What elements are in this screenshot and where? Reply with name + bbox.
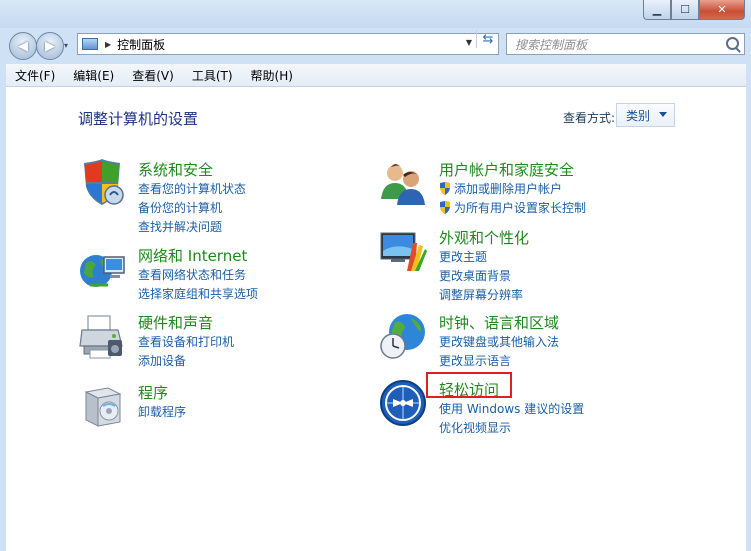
- ease-of-access-icon[interactable]: [379, 379, 427, 427]
- link-text-add-remove-accounts[interactable]: 添加或删除用户帐户: [454, 182, 562, 196]
- highlight-box: [426, 372, 512, 398]
- minimize-button[interactable]: ▁: [643, 0, 671, 20]
- category-appearance: 外观和个性化 更改主题 更改桌面背景 调整屏幕分辨率: [379, 227, 709, 302]
- category-title-user-accounts[interactable]: 用户帐户和家庭安全: [439, 159, 574, 180]
- uac-shield-icon: [440, 182, 450, 195]
- system-security-shield-icon[interactable]: [78, 159, 126, 207]
- category-title-hardware-sound[interactable]: 硬件和声音: [138, 312, 213, 333]
- category-user-accounts: 用户帐户和家庭安全 添加或删除用户帐户 为所有用户设置家长控制: [379, 159, 709, 219]
- printer-icon[interactable]: [78, 312, 126, 360]
- link-add-remove-accounts[interactable]: 添加或删除用户帐户: [439, 180, 562, 197]
- window-controls: ▁ ☐ ✕: [643, 0, 745, 20]
- category-network-internet: 网络和 Internet 查看网络状态和任务 选择家庭组和共享选项: [78, 245, 348, 305]
- menu-tools[interactable]: 工具(T): [183, 67, 242, 84]
- search-box[interactable]: [506, 33, 745, 55]
- category-title-system-security[interactable]: 系统和安全: [138, 159, 213, 180]
- chevron-down-icon: [659, 112, 667, 117]
- view-by-dropdown[interactable]: 类别: [616, 103, 675, 127]
- address-dropdown-icon[interactable]: ▼: [466, 38, 472, 47]
- category-title-network-internet[interactable]: 网络和 Internet: [138, 245, 247, 266]
- link-devices-printers[interactable]: 查看设备和打印机: [138, 333, 234, 350]
- link-view-computer-status[interactable]: 查看您的计算机状态: [138, 180, 246, 197]
- link-change-theme[interactable]: 更改主题: [439, 248, 487, 265]
- menu-edit[interactable]: 编辑(E): [64, 67, 123, 84]
- link-homegroup-sharing[interactable]: 选择家庭组和共享选项: [138, 285, 258, 302]
- view-by-label: 查看方式:: [563, 111, 616, 125]
- category-title-clock-language[interactable]: 时钟、语言和区域: [439, 312, 559, 333]
- history-dropdown-icon[interactable]: ▾: [64, 41, 68, 50]
- title-bar[interactable]: ▁ ☐ ✕: [0, 0, 751, 28]
- category-clock-language: 时钟、语言和区域 更改键盘或其他输入法 更改显示语言: [379, 312, 709, 372]
- users-icon[interactable]: [379, 159, 427, 207]
- link-display-language[interactable]: 更改显示语言: [439, 352, 511, 369]
- link-backup-computer[interactable]: 备份您的计算机: [138, 199, 222, 216]
- search-icon[interactable]: [726, 37, 739, 50]
- menu-help[interactable]: 帮助(H): [242, 67, 302, 84]
- address-bar[interactable]: ▶ 控制面板 ▼: [77, 33, 499, 55]
- back-button[interactable]: ◀: [9, 32, 37, 60]
- link-view-network-status[interactable]: 查看网络状态和任务: [138, 266, 246, 283]
- search-input[interactable]: [513, 35, 717, 55]
- link-optimize-video-display[interactable]: 优化视频显示: [439, 419, 511, 436]
- control-panel-icon: [82, 38, 98, 50]
- uac-shield-icon: [440, 201, 450, 214]
- network-globe-icon[interactable]: [78, 245, 126, 293]
- category-system-security: 系统和安全 查看您的计算机状态 备份您的计算机 查找并解决问题: [78, 159, 348, 234]
- link-screen-resolution[interactable]: 调整屏幕分辨率: [439, 286, 523, 303]
- link-desktop-background[interactable]: 更改桌面背景: [439, 267, 511, 284]
- breadcrumb-separator-icon[interactable]: ▶: [105, 40, 111, 49]
- clock-globe-icon[interactable]: [379, 312, 427, 360]
- content-area: 调整计算机的设置 查看方式: 类别 系统和安全 查看您的计算机状态 备份您的计算…: [6, 87, 746, 551]
- appearance-monitor-icon[interactable]: [379, 227, 427, 275]
- category-hardware-sound: 硬件和声音 查看设备和打印机 添加设备: [78, 312, 348, 372]
- menu-file[interactable]: 文件(F): [6, 67, 64, 84]
- link-uninstall-program[interactable]: 卸载程序: [138, 403, 186, 420]
- menu-view[interactable]: 查看(V): [123, 67, 183, 84]
- link-troubleshoot[interactable]: 查找并解决问题: [138, 218, 222, 235]
- page-title: 调整计算机的设置: [78, 110, 199, 128]
- programs-box-icon[interactable]: [78, 382, 126, 430]
- view-by-value: 类别: [626, 108, 651, 123]
- category-title-appearance[interactable]: 外观和个性化: [439, 227, 529, 248]
- control-panel-window: ▁ ☐ ✕ ◀ ▶ ▾ ▶ 控制面板 ▼ ⇆ 文件(F) 编辑(E) 查看(V)…: [0, 0, 751, 551]
- link-windows-recommended-settings[interactable]: 使用 Windows 建议的设置: [439, 400, 584, 417]
- close-button[interactable]: ✕: [699, 0, 745, 20]
- link-parental-controls[interactable]: 为所有用户设置家长控制: [439, 199, 586, 216]
- menu-bar: 文件(F) 编辑(E) 查看(V) 工具(T) 帮助(H): [6, 64, 746, 87]
- link-text-parental-controls[interactable]: 为所有用户设置家长控制: [454, 201, 586, 215]
- forward-button[interactable]: ▶: [36, 32, 64, 60]
- category-title-programs[interactable]: 程序: [138, 382, 168, 403]
- maximize-button[interactable]: ☐: [671, 0, 699, 20]
- category-programs: 程序 卸载程序: [78, 382, 348, 427]
- link-change-input-method[interactable]: 更改键盘或其他输入法: [439, 333, 559, 350]
- link-add-device[interactable]: 添加设备: [138, 352, 186, 369]
- address-row: ◀ ▶ ▾ ▶ 控制面板 ▼ ⇆: [0, 28, 751, 62]
- breadcrumb-control-panel[interactable]: 控制面板: [117, 36, 165, 53]
- refresh-icon[interactable]: ⇆: [476, 30, 499, 48]
